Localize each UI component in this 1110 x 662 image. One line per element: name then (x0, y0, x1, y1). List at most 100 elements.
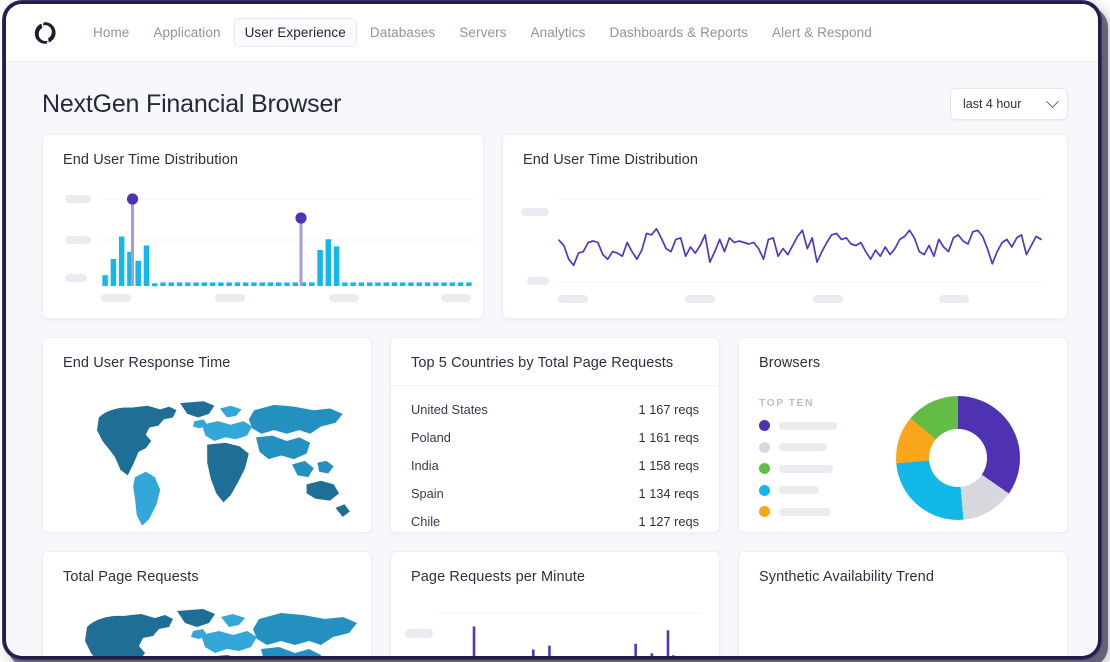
browsers-legend: TOP TEN (739, 389, 857, 528)
table-row[interactable]: United States 1 167 reqs (411, 395, 699, 423)
legend-color-dot (759, 441, 770, 453)
nav-item-analytics[interactable]: Analytics (520, 18, 597, 47)
legend-color-dot (759, 506, 770, 517)
bar (309, 282, 315, 286)
donut-hole (929, 429, 987, 488)
nav-item-application[interactable]: Application (142, 18, 231, 47)
bar (358, 282, 365, 286)
table-row[interactable]: India 1 158 reqs (411, 451, 699, 479)
dashboard-row-3: Total Page Requests Page Requests per Mi… (42, 551, 1068, 656)
x-axis-tick-placeholders (558, 295, 969, 303)
card-title: Top 5 Countries by Total Page Requests (391, 338, 719, 386)
nav-item-dashboards-reports[interactable]: Dashboards & Reports (598, 18, 759, 47)
browsers-donut-chart[interactable] (896, 396, 1020, 521)
bar (193, 282, 199, 286)
bar (472, 626, 476, 656)
card-title: Browsers (759, 355, 821, 371)
legend-item[interactable] (759, 420, 857, 431)
y-axis-tick-placeholders (65, 195, 91, 282)
nav-item-servers[interactable]: Servers (448, 18, 517, 47)
bar (201, 282, 208, 286)
card-page-requests-per-minute[interactable]: Page Requests per Minute (390, 551, 720, 656)
legend-item[interactable] (759, 506, 857, 517)
legend-label-placeholder (779, 486, 819, 494)
dynatrace-logo-icon[interactable] (30, 18, 60, 48)
bar (242, 282, 249, 286)
line-chart-body (503, 182, 1067, 317)
bar-chart-svg (65, 193, 473, 302)
card-end-user-response-time[interactable]: End User Response Time (42, 337, 372, 533)
bar-chart-body (391, 599, 719, 656)
legend-item[interactable] (759, 484, 857, 496)
bar (259, 282, 265, 286)
bar (457, 282, 464, 286)
bar (375, 282, 381, 286)
legend-item[interactable] (759, 441, 857, 453)
bar (399, 282, 406, 286)
table-row[interactable]: Poland 1 161 reqs (411, 423, 699, 451)
bar (666, 630, 670, 656)
card-synthetic-availability-trend[interactable]: Synthetic Availability Trend (738, 551, 1068, 656)
dashboard-row-2: End User Response Time Top 5 Countries b… (42, 337, 1068, 533)
bar (424, 282, 431, 286)
bar-series (102, 236, 472, 287)
y-axis-tick-placeholders (521, 208, 549, 285)
table-row[interactable]: Chile 1 127 reqs (411, 507, 699, 532)
card-title: Total Page Requests (63, 569, 199, 585)
bar (531, 649, 535, 656)
legend-label-placeholder (779, 464, 833, 473)
country-value: 1 161 reqs (638, 429, 699, 445)
bar-series (472, 626, 675, 656)
bar (234, 282, 241, 286)
legend-label-placeholder (779, 443, 827, 451)
card-title: Page Requests per Minute (411, 569, 586, 585)
bar (209, 282, 216, 286)
bar (151, 283, 158, 287)
nav-item-home[interactable]: Home (82, 18, 140, 47)
card-top-5-countries[interactable]: Top 5 Countries by Total Page Requests U… (390, 337, 720, 533)
card-end-user-time-distribution-line[interactable]: End User Time Distribution (502, 134, 1068, 319)
nav-item-databases[interactable]: Databases (359, 18, 446, 47)
bar (143, 245, 150, 286)
world-map-icon (97, 401, 350, 525)
table-row[interactable]: Spain 1 134 reqs (411, 479, 699, 507)
country-value: 1 127 reqs (638, 513, 699, 529)
bar (292, 282, 299, 286)
bar (251, 282, 257, 286)
card-title: End User Time Distribution (523, 152, 699, 168)
bar (634, 643, 637, 656)
card-total-page-requests[interactable]: Total Page Requests (42, 551, 372, 656)
bar-chart-body (43, 182, 483, 317)
time-range-select[interactable]: last 4 hour (950, 88, 1068, 120)
country-name: United States (411, 401, 488, 417)
bar (548, 645, 551, 656)
card-end-user-time-distribution-bars[interactable]: End User Time Distribution (42, 134, 484, 319)
bar (218, 282, 224, 286)
bar (284, 282, 290, 286)
bar (433, 282, 439, 286)
card-browsers[interactable]: Browsers TOP TEN (738, 337, 1068, 533)
nav-item-user-experience[interactable]: User Experience (233, 18, 357, 47)
app-window: Home Application User Experience Databas… (6, 4, 1098, 656)
country-name: Chile (411, 513, 441, 529)
line-series (558, 227, 1042, 267)
nav-item-alert-respond[interactable]: Alert & Respond (761, 18, 883, 47)
legend-color-dot (759, 484, 770, 496)
legend-item[interactable] (759, 463, 857, 474)
bar (333, 246, 340, 286)
line-chart-svg (521, 198, 1043, 303)
bar (267, 282, 274, 286)
bar (672, 655, 675, 656)
country-name: Poland (411, 429, 451, 445)
world-map-body (43, 385, 371, 525)
card-title: Synthetic Availability Trend (759, 569, 935, 585)
country-name: Spain (411, 485, 444, 501)
card-title: End User Response Time (63, 355, 231, 371)
country-value: 1 158 reqs (638, 457, 699, 473)
bar (275, 282, 282, 286)
bar (176, 282, 183, 286)
country-name: India (411, 457, 439, 473)
card-title: End User Time Distribution (63, 152, 239, 168)
bar (110, 259, 117, 286)
bar (168, 282, 175, 286)
